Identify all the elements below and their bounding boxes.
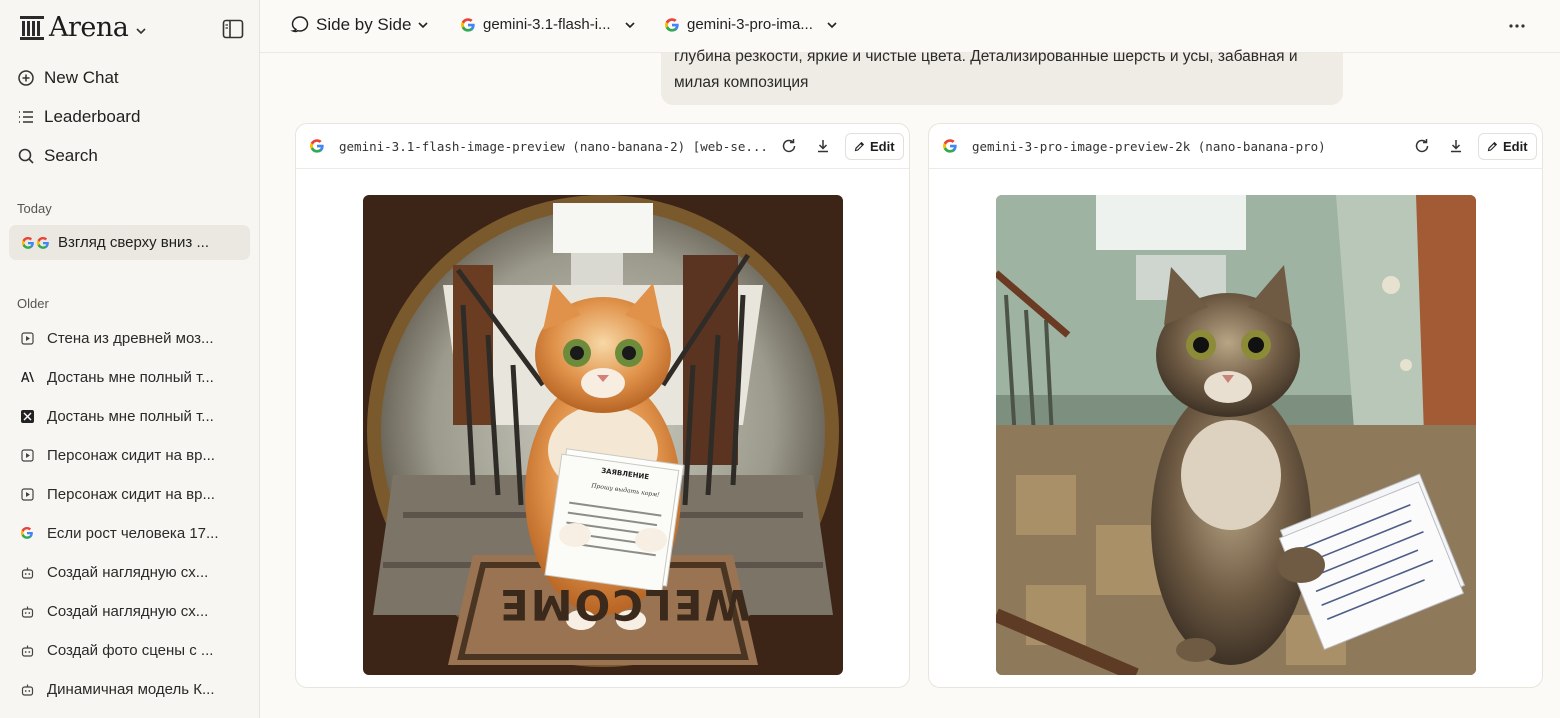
google-icon	[665, 17, 679, 32]
chat-item[interactable]: Достань мне полный т...	[20, 404, 250, 428]
arena-logo-icon	[20, 15, 44, 40]
panel-model-name: gemini-3.1-flash-image-preview (nano-ban…	[339, 138, 768, 154]
chat-item-label: Создай наглядную сх...	[47, 563, 209, 581]
download-icon[interactable]	[1447, 137, 1465, 155]
prompt-line: глубина резкости, яркие и чистые цвета. …	[674, 48, 1298, 65]
google-icon	[943, 139, 957, 153]
chat-item-label: Динамичная модель К...	[47, 680, 215, 698]
chat-item-active[interactable]: Взгляд сверху вниз ...	[9, 225, 250, 260]
chat-item-label: Персонаж сидит на вр...	[47, 446, 215, 464]
generated-image-art	[996, 195, 1476, 675]
more-options-icon[interactable]	[1507, 17, 1527, 35]
section-today-label: Today	[17, 201, 52, 216]
search-link[interactable]: Search	[17, 146, 98, 166]
mode-selector[interactable]: Side by Side	[290, 15, 429, 35]
chat-item[interactable]: Создай фото сцены с ...	[20, 638, 250, 662]
chat-item[interactable]: Стена из древней моз...	[20, 326, 250, 350]
panel-header: gemini-3.1-flash-image-preview (nano-ban…	[296, 124, 909, 169]
search-icon	[18, 148, 34, 164]
bot-icon	[20, 604, 34, 618]
edit-label: Edit	[870, 139, 895, 154]
chat-item-label: Если рост человека 17...	[47, 524, 219, 542]
chat-item[interactable]: Персонаж сидит на вр...	[20, 443, 250, 467]
list-icon	[19, 111, 33, 123]
google-icon	[461, 17, 475, 32]
regenerate-icon[interactable]	[1413, 137, 1431, 155]
image-icon	[20, 487, 34, 501]
leaderboard-label: Leaderboard	[44, 107, 141, 126]
model-logo-icon	[20, 409, 34, 423]
chat-item-label: Достань мне полный т...	[47, 368, 214, 386]
new-chat-icon	[18, 70, 34, 86]
google-icon	[21, 236, 50, 250]
edit-button[interactable]: Edit	[845, 133, 904, 160]
user-prompt-bubble: глубина резкости, яркие и чистые цвета. …	[661, 48, 1343, 105]
model-b-selector[interactable]: gemini-3-pro-ima...	[664, 16, 838, 33]
anthropic-icon	[20, 370, 34, 384]
regenerate-icon[interactable]	[780, 137, 798, 155]
response-panel-b: gemini-3-pro-image-preview-2k (nano-bana…	[928, 123, 1543, 688]
chat-item-label: Создай наглядную сх...	[47, 602, 209, 620]
chat-item[interactable]: Создай наглядную сх...	[20, 599, 250, 623]
chevron-down-icon	[136, 27, 146, 34]
brand[interactable]: Arena	[19, 12, 148, 43]
chat-item-label: Стена из древней моз...	[47, 329, 214, 347]
pencil-icon	[1487, 141, 1498, 152]
image-icon	[20, 331, 34, 345]
model-a-label: gemini-3.1-flash-i...	[483, 16, 611, 33]
search-label: Search	[44, 146, 98, 165]
mat-text: WELCOME	[498, 580, 751, 629]
chevron-down-icon	[624, 21, 635, 28]
image-icon	[20, 448, 34, 462]
section-older-label: Older	[17, 296, 49, 311]
sidebar-toggle-icon[interactable]	[222, 19, 244, 39]
mode-label: Side by Side	[316, 15, 412, 34]
model-a-selector[interactable]: gemini-3.1-flash-i...	[460, 16, 636, 33]
chat-bubble-icon	[290, 16, 309, 33]
pencil-icon	[854, 141, 865, 152]
chevron-down-icon	[418, 22, 429, 29]
panel-header: gemini-3-pro-image-preview-2k (nano-bana…	[929, 124, 1542, 169]
bot-icon	[20, 643, 34, 657]
new-chat-button[interactable]: New Chat	[17, 68, 119, 88]
response-panel-a: gemini-3.1-flash-image-preview (nano-ban…	[295, 123, 910, 688]
edit-button[interactable]: Edit	[1478, 133, 1537, 160]
chat-item-label: Персонаж сидит на вр...	[47, 485, 215, 503]
chat-item-label: Взгляд сверху вниз ...	[58, 234, 209, 251]
bot-icon	[20, 682, 34, 696]
chat-item-label: Достань мне полный т...	[47, 407, 214, 425]
chat-item[interactable]: Достань мне полный т...	[20, 365, 250, 389]
bot-icon	[20, 565, 34, 579]
edit-label: Edit	[1503, 139, 1528, 154]
leaderboard-link[interactable]: Leaderboard	[17, 107, 140, 127]
chevron-down-icon	[827, 21, 837, 28]
generated-image[interactable]	[996, 195, 1476, 675]
sidebar: Arena New Chat Leaderboard Search Today …	[0, 0, 260, 718]
brand-name: Arena	[49, 12, 129, 43]
google-icon	[310, 139, 324, 153]
chat-item[interactable]: Создай наглядную сх...	[20, 560, 250, 584]
chat-item[interactable]: Динамичная модель К...	[20, 677, 250, 701]
chat-item[interactable]: Персонаж сидит на вр...	[20, 482, 250, 506]
google-icon	[20, 526, 34, 540]
prompt-line: милая композиция	[674, 74, 809, 91]
new-chat-label: New Chat	[44, 68, 119, 87]
panel-model-name: gemini-3-pro-image-preview-2k (nano-bana…	[972, 138, 1326, 154]
generated-image[interactable]: ЗАЯВЛЕНИЕ Прошу выдать корм! WELCOME	[363, 195, 843, 675]
chat-item[interactable]: Если рост человека 17...	[20, 521, 250, 545]
model-b-label: gemini-3-pro-ima...	[687, 16, 813, 33]
download-icon[interactable]	[814, 137, 832, 155]
chat-item-label: Создай фото сцены с ...	[47, 641, 214, 659]
